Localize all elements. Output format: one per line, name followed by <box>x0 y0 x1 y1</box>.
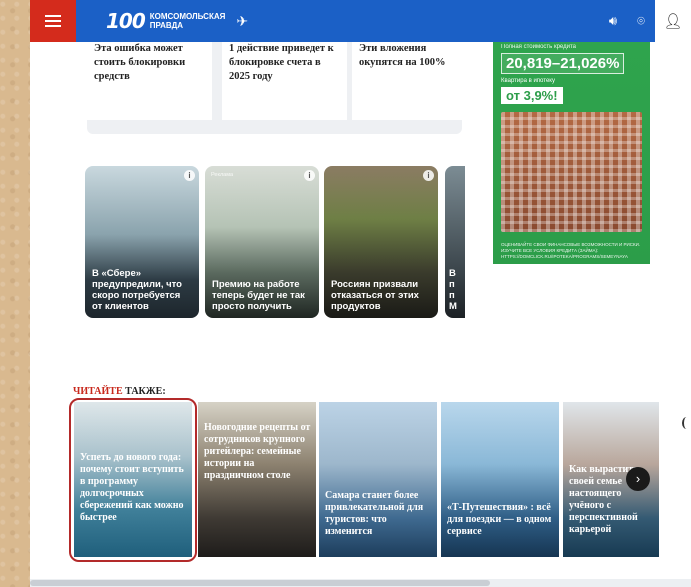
info-icon[interactable]: i <box>184 170 195 181</box>
mortgage-ad-banner[interactable]: Полная стоимость кредита 20,819–21,026% … <box>493 42 650 264</box>
teaser-title: Россиян призвали отказаться от этих прод… <box>331 279 419 312</box>
card-title: «Т-Путешествия» : всё для поездки — в од… <box>447 502 552 537</box>
location-pin-icon[interactable]: ⌾ <box>627 0 655 42</box>
horizontal-scrollbar[interactable] <box>30 579 691 587</box>
top-articles-row: Эта ошибка может стоить блокировки средс… <box>87 42 477 134</box>
info-icon[interactable]: i <box>423 170 434 181</box>
teaser-card[interactable]: Реклама i Премию на работе теперь будет … <box>205 166 319 318</box>
ad-rate: от 3,9%! <box>501 87 563 104</box>
teaser-card[interactable]: i Россиян призвали отказаться от этих пр… <box>324 166 438 318</box>
teaser-card[interactable]: i В «Сбере» предупредили, что скоро потр… <box>85 166 199 318</box>
ad-caption: Полная стоимость кредита <box>501 44 576 50</box>
speaker-icon[interactable]: 🔊︎ <box>599 0 627 42</box>
read-also-card[interactable]: «Т-Путешествия» : всё для поездки — в од… <box>441 402 559 557</box>
teaser-title: Премию на работе теперь будет не так про… <box>212 279 305 312</box>
article-title: Эта ошибка может стоить блокировки средс… <box>94 43 186 82</box>
ad-disclaimer: ОЦЕНИВАЙТЕ СВОИ ФИНАНСОВЫЕ ВОЗМОЖНОСТИ И… <box>501 242 641 259</box>
bird-icon: ✈ <box>236 12 249 29</box>
hamburger-line <box>45 25 61 27</box>
card-title: Новогодние рецепты от сотрудников крупно… <box>204 422 311 481</box>
chevron-right-icon[interactable]: › <box>626 467 650 491</box>
scroll-edge-marker <box>682 417 691 429</box>
ad-label: Реклама <box>211 172 234 178</box>
site-logo[interactable]: 100 Комсомольская правда ✈ <box>106 9 248 33</box>
scrollbar-thumb[interactable] <box>30 580 490 586</box>
teaser-card[interactable]: В п п М <box>445 166 465 318</box>
logo-number: 100 <box>106 9 146 33</box>
logo-line-1: Комсомольская <box>149 12 226 21</box>
teaser-title: В п п М <box>449 268 457 312</box>
article-card[interactable]: 1 действие приведет к блокировке счета в… <box>222 42 347 120</box>
article-card[interactable]: Эти вложения окупятся на 100% <box>352 42 477 120</box>
ad-rate-range: 20,819–21,026% <box>501 53 625 74</box>
teaser-title: В «Сбере» предупредили, что скоро потреб… <box>92 268 182 312</box>
user-icon[interactable]: 👤︎ <box>655 0 691 42</box>
info-icon[interactable]: i <box>304 170 315 181</box>
read-also-card[interactable]: Самара станет более привлекательной для … <box>319 402 437 557</box>
highlight-frame <box>69 398 197 562</box>
top-header: 100 Комсомольская правда ✈ 🔊︎ ⌾ 👤︎ <box>30 0 691 42</box>
hamburger-line <box>45 20 61 22</box>
article-title: 1 действие приведет к блокировке счета в… <box>229 43 334 82</box>
read-also-word-1: ЧИТАЙТЕ <box>73 386 123 397</box>
article-title: Эти вложения окупятся на 100% <box>359 43 446 68</box>
hamburger-icon <box>45 15 61 17</box>
read-also-card[interactable]: Новогодние рецепты от сотрудников крупно… <box>198 402 316 557</box>
page-content: Эта ошибка может стоить блокировки средс… <box>30 42 691 587</box>
logo-line-2: правда <box>149 21 184 30</box>
menu-button[interactable] <box>30 0 76 42</box>
article-card[interactable]: Эта ошибка может стоить блокировки средс… <box>87 42 212 120</box>
building-image <box>501 112 642 232</box>
read-also-word-2: ТАКЖЕ: <box>122 386 166 397</box>
read-also-heading: ЧИТАЙТЕ ТАКЖЕ: <box>73 386 166 397</box>
card-title: Самара станет более привлекательной для … <box>325 490 424 537</box>
ad-subtitle: Квартира в ипотеку <box>501 78 555 84</box>
logo-text: Комсомольская правда <box>150 12 226 30</box>
header-actions: 🔊︎ ⌾ 👤︎ <box>599 0 691 42</box>
